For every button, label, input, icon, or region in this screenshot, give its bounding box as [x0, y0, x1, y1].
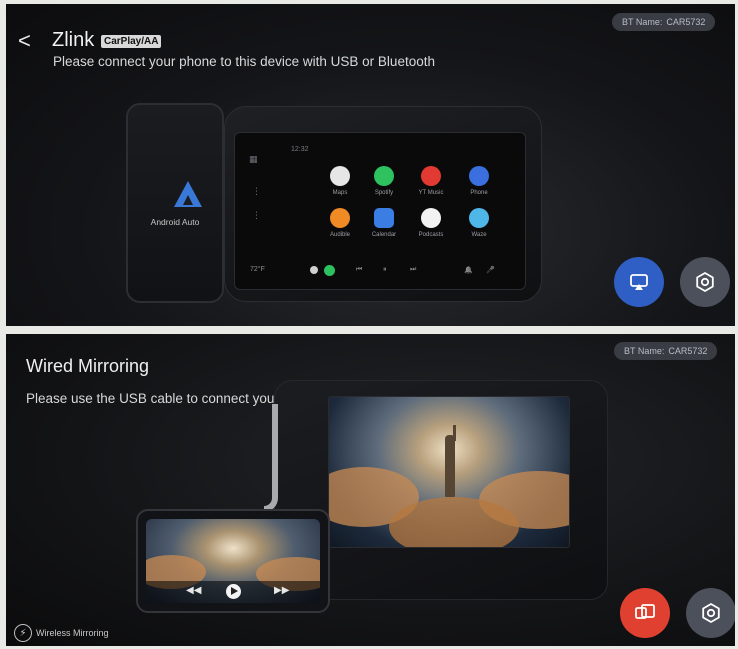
menu-icon-2: ⋮	[252, 210, 261, 220]
usb-cable	[264, 404, 278, 512]
bt-name-value: CAR5732	[668, 346, 708, 356]
temperature-readout: 72°F	[250, 266, 265, 273]
audible-icon	[330, 208, 350, 228]
android-auto-logo-icon	[174, 181, 202, 207]
bt-name-badge: BT Name: CAR5732	[612, 13, 716, 31]
bt-name-key: BT Name:	[624, 346, 665, 356]
back-icon[interactable]: <	[18, 30, 31, 52]
hexagon-settings-icon	[696, 271, 714, 293]
wireless-mirroring-label: Wireless Mirroring	[36, 628, 109, 638]
play-icon	[226, 584, 241, 599]
settings-button[interactable]	[680, 257, 730, 307]
android-auto-label: Android Auto	[150, 217, 200, 227]
calendar-icon	[374, 208, 394, 228]
spotify-mini-icon	[324, 265, 335, 276]
connect-instructions: Please connect your phone to this device…	[53, 54, 435, 69]
app-maps: Maps	[320, 166, 360, 196]
app-label: Audible	[329, 232, 350, 238]
app-label: Podcasts	[418, 232, 444, 238]
podcasts-icon	[421, 208, 441, 228]
app-calendar: Calendar	[364, 208, 404, 238]
waze-icon	[469, 208, 489, 228]
forward-icon: ▶▶	[274, 585, 290, 596]
previous-icon: ⏮	[356, 266, 363, 273]
head-unit-bottom-bar: 72°F ⏮ ⏸ ⏭ 🔔 🎤	[250, 265, 510, 276]
screen-mirror-icon	[635, 604, 655, 619]
next-icon: ⏭	[410, 266, 417, 273]
bt-name-badge: BT Name: CAR5732	[614, 342, 718, 360]
media-controls: ◀◀ ▶▶	[146, 581, 320, 603]
bt-name-key: BT Name:	[622, 17, 663, 27]
cast-icon	[630, 274, 648, 290]
home-icon	[310, 266, 318, 274]
bt-name-value: CAR5732	[666, 17, 706, 27]
app-yt-music: YT Music	[411, 166, 451, 196]
zlink-panel: < Zlink CarPlay/AA BT Name: CAR5732 Pleas…	[6, 4, 735, 326]
wireless-mirroring-icon: ⚡	[14, 624, 32, 642]
phone-screen: ◀◀ ▶▶	[146, 519, 320, 603]
spotify-icon	[374, 166, 394, 186]
wired-mirroring-title: Wired Mirroring	[26, 356, 150, 376]
app-label: Calendar	[371, 232, 397, 238]
app-label: YT Music	[418, 190, 444, 196]
mic-icon: 🎤	[486, 267, 495, 274]
grid-icon: ▦	[249, 154, 258, 164]
wireless-mirroring-toggle[interactable]: ⚡ Wireless Mirroring	[14, 624, 109, 642]
phone-illustration: ◀◀ ▶▶	[136, 509, 330, 613]
bell-icon: 🔔	[464, 267, 473, 274]
menu-icon: ⋮	[252, 186, 261, 196]
app-audible: Audible	[320, 208, 360, 238]
maps-icon	[330, 166, 350, 186]
app-spotify: Spotify	[364, 166, 404, 196]
phone-illustration: Android Auto	[126, 103, 224, 303]
hexagon-settings-icon	[702, 602, 720, 624]
app-label: Maps	[332, 190, 348, 196]
app-label: Waze	[471, 232, 487, 238]
app-label: Spotify	[374, 190, 394, 196]
app-title: Zlink	[52, 29, 95, 51]
cloud-center	[389, 497, 519, 547]
rewind-icon: ◀◀	[186, 585, 202, 596]
app-phone: Phone	[459, 166, 499, 196]
statue	[445, 435, 455, 497]
clock-readout: 12:32	[291, 146, 309, 153]
screen-cast-button[interactable]	[614, 257, 664, 307]
mirror-screen-button[interactable]	[620, 588, 670, 638]
mirrored-screen	[328, 396, 570, 548]
app-label: Phone	[470, 190, 488, 196]
yt-music-icon	[421, 166, 441, 186]
app-waze: Waze	[459, 208, 499, 238]
settings-button[interactable]	[686, 588, 735, 638]
pause-icon: ⏸	[383, 266, 387, 273]
wired-mirroring-panel: Wired Mirroring BT Name: CAR5732 Please u…	[6, 334, 735, 646]
phone-icon	[469, 166, 489, 186]
app-podcasts: Podcasts	[411, 208, 451, 238]
carplay-aa-badge: CarPlay/AA	[101, 35, 162, 48]
